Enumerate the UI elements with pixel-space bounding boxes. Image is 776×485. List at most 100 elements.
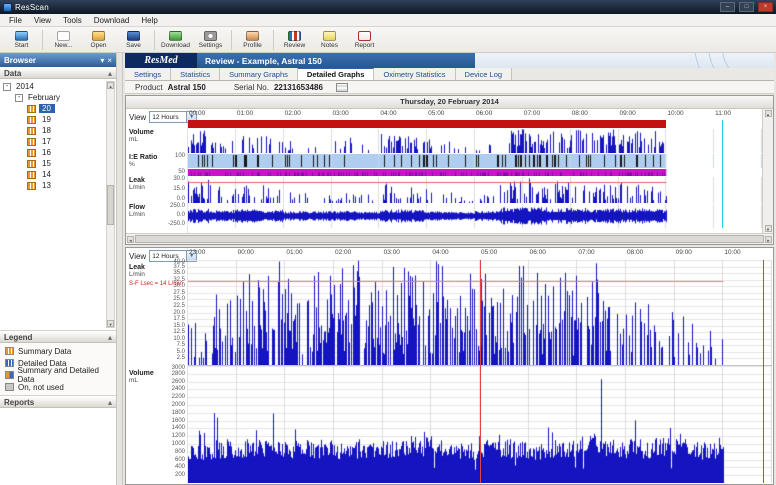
start-button[interactable]: Start <box>4 28 39 52</box>
notes-icon <box>323 31 336 41</box>
save-button[interactable]: Save <box>116 28 151 52</box>
tab-summary-graphs[interactable]: Summary Graphs <box>220 68 298 80</box>
channel-label-ie-ratio: I:E Ratio % <box>129 154 157 168</box>
bottom-volume-yticks: 3000280026002400220020001800160014001200… <box>126 366 187 483</box>
report-button[interactable]: Report <box>347 28 382 52</box>
menu-help[interactable]: Help <box>135 15 163 26</box>
channel-label-volume: Volume mL <box>129 129 154 143</box>
tab-detailed-graphs[interactable]: Detailed Graphs <box>298 68 375 80</box>
data-section-header[interactable]: Data <box>0 67 116 79</box>
bottom-chart-area[interactable]: 23:0000:0001:0002:0003:0004:0005:0006:00… <box>188 248 772 484</box>
data-tree: 2014 February 20 19 18 17 16 15 14 13 <box>0 79 116 331</box>
toolbar-separator <box>231 30 232 50</box>
bottom-leak-yticks: 40.037.535.032.530.027.525.022.520.017.5… <box>126 260 187 365</box>
summary-data-icon <box>27 138 36 146</box>
summary-data-icon <box>27 160 36 168</box>
top-chart-area[interactable]: 00:0001:0002:0003:0004:0005:0006:0007:00… <box>188 109 762 233</box>
review-title: Review - Example, Astral 150 <box>197 53 475 68</box>
collapse-section-icon[interactable] <box>108 69 112 78</box>
close-panel-icon[interactable] <box>107 56 112 65</box>
close-button[interactable] <box>758 2 773 12</box>
scroll-up-icon[interactable] <box>765 110 772 117</box>
collapse-section-icon[interactable] <box>108 398 112 407</box>
tree-date-item[interactable]: 17 <box>27 136 116 147</box>
time-cursor-line[interactable] <box>480 260 481 483</box>
range-end-marker-line[interactable] <box>763 260 764 483</box>
menu-file[interactable]: File <box>3 15 28 26</box>
report-doc-icon <box>358 31 371 41</box>
resmed-logo: ResMed <box>125 53 197 68</box>
toolbar-separator <box>42 30 43 50</box>
ie-ratio-graph-canvas[interactable] <box>188 154 762 168</box>
tree-node-year[interactable]: 2014 <box>3 81 116 92</box>
flow-graph-canvas[interactable] <box>188 204 762 228</box>
collapse-section-icon[interactable] <box>108 333 112 342</box>
browser-panel-header[interactable]: Browser <box>0 53 116 67</box>
tab-statistics[interactable]: Statistics <box>171 68 220 80</box>
device-icon[interactable] <box>336 83 348 92</box>
legend-section-header[interactable]: Legend <box>0 331 116 343</box>
tree-date-item[interactable]: 15 <box>27 158 116 169</box>
maximize-button[interactable] <box>739 2 754 12</box>
summary-data-icon <box>27 149 36 157</box>
download-button[interactable]: Download <box>158 28 193 52</box>
window-title: ResScan <box>15 3 716 12</box>
top-panel-gutter: View 12 Hours Volume mL I:E Ratio % <box>126 109 188 233</box>
notes-button[interactable]: Notes <box>312 28 347 52</box>
collapse-icon[interactable] <box>15 94 23 102</box>
tab-settings[interactable]: Settings <box>125 68 171 80</box>
leak-yticks: 30.0 15.0 0.0 <box>173 176 185 202</box>
chevron-down-icon[interactable] <box>100 56 104 65</box>
scroll-left-icon[interactable] <box>127 236 134 243</box>
new-file-icon <box>57 31 70 41</box>
minimize-button[interactable] <box>720 2 735 12</box>
top-panel-hscrollbar[interactable] <box>126 233 773 244</box>
detailed-graphs-top-panel: Thursday, 20 February 2014 View 12 Hours… <box>125 95 774 245</box>
menubar: File View Tools Download Help <box>0 14 776 27</box>
review-button[interactable]: Review <box>277 28 312 52</box>
summary-data-icon <box>27 182 36 190</box>
tree-node-month[interactable]: February <box>15 92 116 103</box>
menu-download[interactable]: Download <box>88 15 136 26</box>
summary-data-icon <box>27 171 36 179</box>
tab-device-log[interactable]: Device Log <box>456 68 513 80</box>
volume-graph-canvas[interactable] <box>188 129 762 153</box>
swoosh-arc-icon <box>694 53 774 68</box>
tree-date-item[interactable]: 13 <box>27 180 116 191</box>
collapse-icon[interactable] <box>3 83 11 91</box>
toolbar: Start New... Open Save Download Settings… <box>0 27 776 53</box>
legend-item-both: Summary and Detailed Data <box>0 369 116 381</box>
tree-month-label: February <box>26 93 62 102</box>
scroll-down-icon[interactable] <box>765 225 772 232</box>
window-titlebar[interactable]: ResScan <box>0 0 776 14</box>
menu-tools[interactable]: Tools <box>57 15 88 26</box>
scroll-down-icon[interactable] <box>107 320 114 327</box>
scrollbar-thumb[interactable] <box>135 235 764 243</box>
tree-date-item[interactable]: 18 <box>27 125 116 136</box>
scrollbar-thumb[interactable] <box>107 185 114 225</box>
tree-date-item[interactable]: 19 <box>27 114 116 125</box>
tree-scrollbar[interactable] <box>106 81 115 328</box>
tab-oximetry-statistics[interactable]: Oximetry Statistics <box>374 68 455 80</box>
reports-area <box>0 408 116 485</box>
tree-date-item[interactable]: 16 <box>27 147 116 158</box>
new-button[interactable]: New... <box>46 28 81 52</box>
device-info-row: Product Astral 150 Serial No. 2213165348… <box>125 81 774 94</box>
profile-button[interactable]: Profile <box>235 28 270 52</box>
tree-date-item[interactable]: 20 <box>27 103 116 114</box>
scroll-up-icon[interactable] <box>107 82 114 89</box>
open-folder-icon <box>92 31 105 41</box>
tree-date-item[interactable]: 14 <box>27 169 116 180</box>
time-cursor-line[interactable] <box>722 120 723 228</box>
scroll-right-icon[interactable] <box>765 236 772 243</box>
browser-sidebar: Browser Data 2014 February 20 19 18 17 1… <box>0 53 117 485</box>
summary-data-icon <box>27 105 36 113</box>
settings-button[interactable]: Settings <box>193 28 228 52</box>
open-button[interactable]: Open <box>81 28 116 52</box>
leak-graph-canvas[interactable] <box>188 177 762 203</box>
menu-view[interactable]: View <box>28 15 57 26</box>
summary-data-icon <box>27 116 36 124</box>
top-panel-vscrollbar[interactable] <box>762 109 773 233</box>
reports-section-header[interactable]: Reports <box>0 396 116 408</box>
bottom-panel-gutter: View 12 Hours Leak L/min S-F Lsec = 14 L… <box>126 248 188 484</box>
